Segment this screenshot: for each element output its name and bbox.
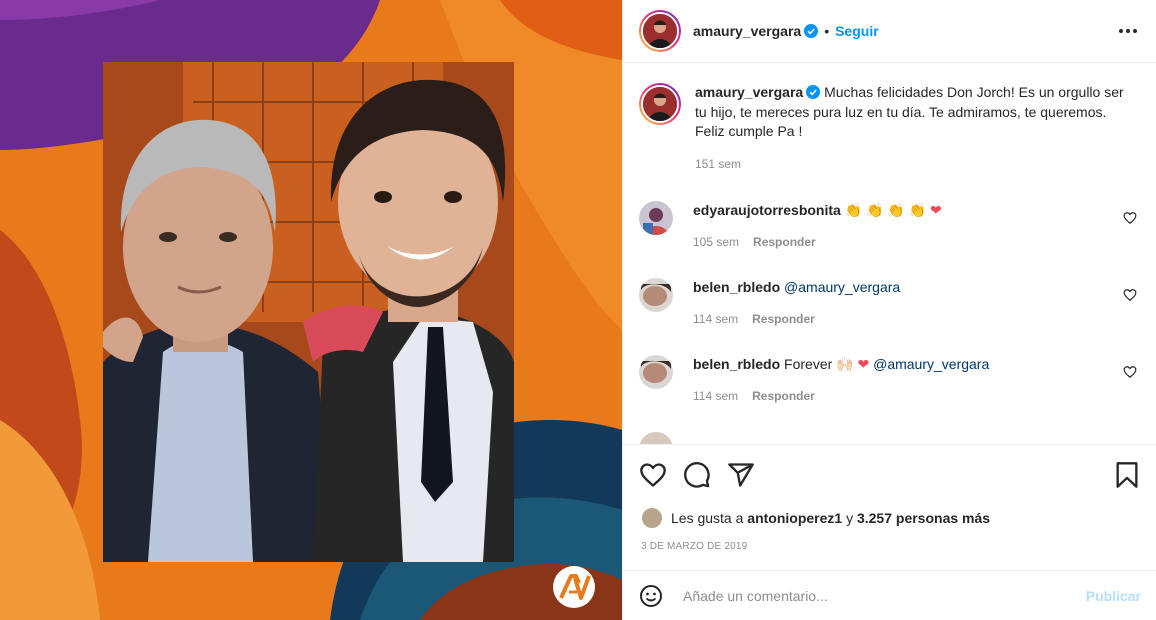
comment-mention[interactable]: @amaury_vergara	[873, 356, 989, 372]
comment-meta: 114 sem Responder	[693, 387, 989, 405]
caption-avatar[interactable]	[639, 83, 681, 125]
caption-username[interactable]: amaury_vergara	[695, 84, 803, 100]
comment-icon[interactable]	[683, 461, 711, 489]
comment-text: Forever 🙌🏻	[784, 356, 854, 372]
likes-prefix: Les gusta a	[671, 510, 744, 526]
comment-mention[interactable]: @amaury_vergara	[784, 279, 900, 295]
liker-username[interactable]: antonioperez1	[747, 510, 842, 526]
comment-item: belen_rbledo Forever 🙌🏻 ❤ @amaury_vergar…	[639, 355, 1141, 405]
liker-avatar[interactable]	[641, 507, 663, 529]
like-icon[interactable]	[639, 461, 667, 489]
reply-button[interactable]: Responder	[753, 235, 816, 249]
post-image[interactable]	[0, 0, 622, 620]
comment-item-partial	[639, 432, 1141, 444]
commenter-avatar[interactable]	[639, 278, 673, 312]
comment-meta: 114 sem Responder	[693, 310, 900, 328]
save-icon[interactable]	[1113, 461, 1141, 489]
comment-age[interactable]: 114 sem	[693, 312, 738, 326]
comment-input[interactable]	[683, 587, 1076, 604]
post-actions: Les gusta a antonioperez1 y 3.257 person…	[623, 444, 1156, 570]
brand-logo	[553, 566, 595, 608]
author-username[interactable]: amaury_vergara	[693, 23, 801, 39]
comment-item: belen_rbledo @amaury_vergara 114 sem Resp…	[639, 278, 1141, 328]
comments-list[interactable]: amaury_vergara Muchas felicidades Don Jo…	[623, 63, 1156, 444]
comment-age[interactable]: 105 sem	[693, 235, 739, 249]
comment-item: edyaraujotorresbonita 👏 👏 👏 👏 ❤ 105 sem R…	[639, 201, 1141, 251]
likes-count[interactable]: 3.257 personas más	[857, 510, 990, 526]
commenter-username[interactable]: belen_rbledo	[693, 279, 780, 295]
add-comment-bar: Publicar	[623, 570, 1156, 620]
portrait-photo	[103, 62, 514, 562]
comment-meta: 105 sem Responder	[693, 233, 942, 251]
commenter-avatar[interactable]	[639, 201, 673, 235]
post-panel: amaury_vergara • Seguir amaury_vergara M…	[622, 0, 1156, 620]
reply-button[interactable]: Responder	[752, 312, 815, 326]
likes-summary: Les gusta a antonioperez1 y 3.257 person…	[641, 507, 990, 529]
author-avatar[interactable]	[639, 10, 681, 52]
share-icon[interactable]	[727, 461, 755, 489]
heart-emoji: ❤	[930, 202, 942, 218]
heart-emoji: ❤	[857, 356, 870, 372]
publish-button[interactable]: Publicar	[1086, 588, 1141, 604]
post-date[interactable]: 3 DE MARZO DE 2019	[641, 541, 747, 552]
emoji-icon[interactable]	[639, 584, 663, 608]
comment-age[interactable]: 114 sem	[693, 389, 738, 403]
like-comment-icon[interactable]	[1123, 211, 1137, 225]
reply-button[interactable]: Responder	[752, 389, 815, 403]
verified-icon	[804, 24, 819, 38]
more-options-icon[interactable]	[1116, 19, 1140, 43]
follow-button[interactable]: Seguir	[835, 23, 879, 39]
likes-conj: y	[846, 510, 854, 526]
post-header: amaury_vergara • Seguir	[623, 0, 1156, 63]
commenter-avatar[interactable]	[639, 355, 673, 389]
separator-dot: •	[824, 23, 830, 39]
commenter-username[interactable]: belen_rbledo	[693, 356, 780, 372]
verified-icon	[806, 85, 821, 99]
clap-emoji: 👏 👏 👏 👏	[844, 202, 927, 218]
commenter-avatar[interactable]	[639, 432, 673, 444]
like-comment-icon[interactable]	[1123, 365, 1137, 379]
caption-age[interactable]: 151 sem	[695, 155, 1139, 175]
commenter-username[interactable]: edyaraujotorresbonita	[693, 202, 841, 218]
caption: amaury_vergara Muchas felicidades Don Jo…	[639, 83, 1139, 174]
like-comment-icon[interactable]	[1123, 288, 1137, 302]
